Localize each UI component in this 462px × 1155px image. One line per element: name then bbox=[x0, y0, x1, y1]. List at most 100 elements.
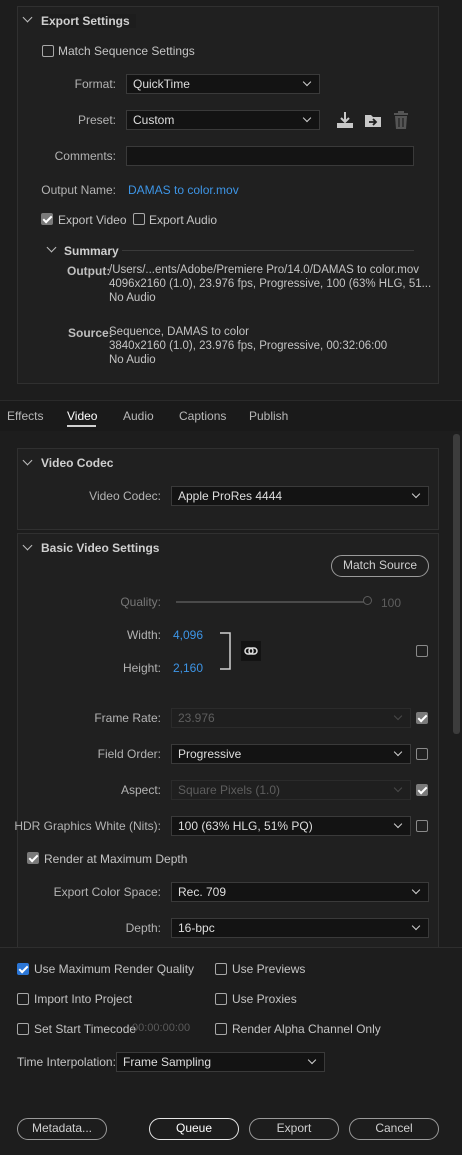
frame-rate-dropdown: 23.976 bbox=[171, 708, 411, 728]
tab-video-underline bbox=[67, 425, 96, 427]
chevron-down-icon bbox=[307, 1055, 317, 1065]
hdr-graphics-white-value: 100 (63% HLG, 51% PQ) bbox=[178, 819, 313, 833]
import-into-project-label: Import Into Project bbox=[34, 992, 133, 1006]
match-source-button[interactable]: Match Source bbox=[331, 555, 429, 577]
tab-effects[interactable]: Effects bbox=[7, 409, 43, 423]
preset-dropdown[interactable]: Custom bbox=[126, 110, 320, 130]
field-order-checkbox[interactable] bbox=[416, 748, 428, 760]
cancel-button[interactable]: Cancel bbox=[349, 1118, 439, 1140]
frame-rate-label: Frame Rate: bbox=[94, 711, 161, 725]
tab-video[interactable]: Video bbox=[67, 409, 97, 423]
import-into-project-checkbox[interactable] bbox=[17, 993, 29, 1005]
chevron-down-icon bbox=[393, 711, 403, 721]
summary-header: Summary bbox=[64, 244, 119, 258]
video-codec-dropdown[interactable]: Apple ProRes 4444 bbox=[171, 486, 429, 506]
time-interpolation-dropdown[interactable]: Frame Sampling bbox=[116, 1052, 325, 1072]
summary-output-specs: 4096x2160 (1.0), 23.976 fps, Progressive… bbox=[109, 278, 432, 290]
render-alpha-only-label: Render Alpha Channel Only bbox=[232, 1022, 381, 1036]
video-codec-label: Video Codec: bbox=[89, 489, 161, 503]
use-previews-checkbox[interactable] bbox=[215, 963, 227, 975]
hdr-graphics-white-checkbox[interactable] bbox=[416, 820, 428, 832]
export-color-space-label: Export Color Space: bbox=[53, 885, 161, 899]
tab-captions[interactable]: Captions bbox=[179, 409, 226, 423]
use-proxies-checkbox[interactable] bbox=[215, 993, 227, 1005]
field-order-value: Progressive bbox=[178, 747, 242, 761]
export-video-checkbox[interactable] bbox=[41, 213, 53, 225]
tab-audio[interactable]: Audio bbox=[123, 409, 154, 423]
queue-button[interactable]: Queue bbox=[149, 1118, 239, 1140]
summary-source-name: Sequence, DAMAS to color bbox=[109, 326, 249, 338]
summary-source-specs: 3840x2160 (1.0), 23.976 fps, Progressive… bbox=[109, 340, 388, 352]
width-label: Width: bbox=[126, 628, 161, 642]
video-codec-dropdown-value: Apple ProRes 4444 bbox=[178, 489, 283, 503]
frame-rate-checkbox[interactable] bbox=[416, 712, 428, 724]
depth-dropdown[interactable]: 16-bpc bbox=[171, 918, 429, 938]
format-dropdown[interactable]: QuickTime bbox=[126, 74, 320, 94]
aspect-value: Square Pixels (1.0) bbox=[178, 783, 281, 797]
trash-icon bbox=[394, 111, 408, 129]
use-max-render-quality-checkbox[interactable] bbox=[17, 963, 29, 975]
match-sequence-checkbox[interactable] bbox=[42, 45, 54, 57]
chevron-down-icon bbox=[393, 819, 403, 829]
frame-rate-value: 23.976 bbox=[178, 711, 215, 725]
summary-output-label: Output: bbox=[67, 264, 111, 278]
dimensions-override-checkbox[interactable] bbox=[416, 645, 428, 657]
video-codec-header: Video Codec bbox=[41, 456, 114, 470]
basic-video-header: Basic Video Settings bbox=[41, 541, 160, 555]
chevron-down-icon bbox=[411, 885, 421, 895]
summary-output-audio: No Audio bbox=[109, 292, 156, 304]
chain-link-icon[interactable] bbox=[241, 641, 261, 661]
export-audio-label: Export Audio bbox=[149, 213, 218, 227]
comments-label: Comments: bbox=[54, 149, 116, 163]
metadata-button[interactable]: Metadata... bbox=[17, 1118, 107, 1140]
set-start-timecode-label: Set Start Timecode bbox=[34, 1022, 137, 1036]
chevron-down-icon bbox=[393, 783, 403, 793]
time-interpolation-label: Time Interpolation: bbox=[17, 1055, 116, 1069]
hdr-graphics-white-dropdown[interactable]: 100 (63% HLG, 51% PQ) bbox=[171, 816, 411, 836]
tab-publish[interactable]: Publish bbox=[249, 409, 288, 423]
field-order-label: Field Order: bbox=[97, 747, 161, 761]
quality-value: 100 bbox=[381, 596, 402, 610]
export-color-space-value: Rec. 709 bbox=[178, 885, 227, 899]
quality-slider-track[interactable] bbox=[176, 601, 364, 603]
download-preset-icon[interactable] bbox=[335, 110, 355, 130]
start-timecode-value: 00:00:00:00 bbox=[132, 1022, 191, 1034]
use-max-render-quality-label: Use Maximum Render Quality bbox=[34, 962, 195, 976]
render-max-depth-checkbox[interactable] bbox=[27, 852, 39, 864]
width-value[interactable]: 4,096 bbox=[173, 628, 203, 642]
chevron-down-icon bbox=[302, 77, 312, 87]
aspect-checkbox[interactable] bbox=[416, 784, 428, 796]
chevron-down-icon bbox=[302, 113, 312, 123]
preset-label: Preset: bbox=[77, 113, 116, 127]
import-preset-icon[interactable] bbox=[363, 110, 383, 130]
use-previews-label: Use Previews bbox=[232, 962, 306, 976]
summary-output-path: /Users/...ents/Adobe/Premiere Pro/14.0/D… bbox=[109, 264, 419, 276]
format-label: Format: bbox=[74, 77, 116, 91]
output-name-link[interactable]: DAMAS to color.mov bbox=[128, 183, 239, 197]
match-sequence-label: Match Sequence Settings bbox=[58, 44, 195, 58]
export-video-label: Export Video bbox=[58, 213, 127, 227]
chevron-down-icon bbox=[411, 489, 421, 499]
preset-dropdown-value: Custom bbox=[133, 113, 175, 127]
export-button[interactable]: Export bbox=[249, 1118, 339, 1140]
set-start-timecode-checkbox[interactable] bbox=[17, 1023, 29, 1035]
output-name-label: Output Name: bbox=[41, 183, 116, 197]
export-audio-checkbox[interactable] bbox=[133, 213, 145, 225]
chevron-down-icon bbox=[411, 921, 421, 931]
format-dropdown-value: QuickTime bbox=[133, 77, 190, 91]
quality-label: Quality: bbox=[120, 595, 161, 609]
field-order-dropdown[interactable]: Progressive bbox=[171, 744, 411, 764]
render-alpha-only-checkbox[interactable] bbox=[215, 1023, 227, 1035]
aspect-dropdown: Square Pixels (1.0) bbox=[171, 780, 411, 800]
hdr-graphics-white-label: HDR Graphics White (Nits): bbox=[14, 819, 161, 833]
use-proxies-label: Use Proxies bbox=[232, 992, 297, 1006]
height-value[interactable]: 2,160 bbox=[173, 661, 203, 675]
export-settings-header: Export Settings bbox=[41, 14, 136, 28]
link-bracket bbox=[220, 632, 231, 670]
export-color-space-dropdown[interactable]: Rec. 709 bbox=[171, 882, 429, 902]
quality-slider-handle[interactable] bbox=[363, 596, 372, 605]
summary-source-audio: No Audio bbox=[109, 354, 156, 366]
chevron-down-icon bbox=[393, 747, 403, 757]
comments-input[interactable] bbox=[126, 146, 414, 166]
settings-scrollbar-thumb[interactable] bbox=[453, 434, 460, 734]
